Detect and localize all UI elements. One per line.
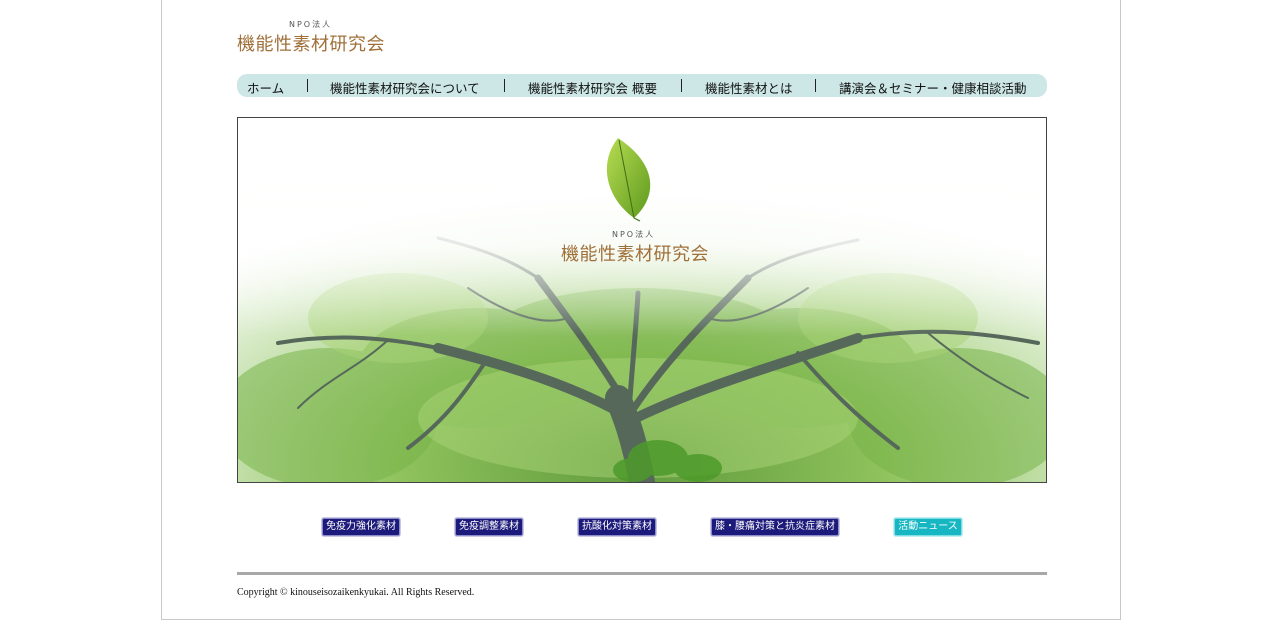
immunity-boost-button[interactable]: 免疫力強化素材 <box>322 518 400 536</box>
nav-item-what-is[interactable]: 機能性素材とは <box>705 78 793 97</box>
nav-item-overview[interactable]: 機能性素材研究会 概要 <box>528 78 657 97</box>
copyright-text: Copyright © kinouseisozaikenkyukai. All … <box>237 587 475 598</box>
knee-back-pain-button[interactable]: 膝・腰痛対策と抗炎症素材 <box>711 518 839 536</box>
hero-image: NPO法人 機能性素材研究会 <box>237 117 1047 483</box>
nav-item-seminars[interactable]: 講演会＆セミナー・健康相談活動 <box>839 78 1027 97</box>
nav-separator <box>307 79 308 92</box>
logo-npo-label: NPO法人 <box>289 20 333 29</box>
tree-illustration <box>238 118 1046 482</box>
activity-news-button[interactable]: 活動ニュース <box>894 518 962 536</box>
hero-npo-label: NPO法人 <box>612 230 656 239</box>
nav-separator <box>815 79 816 92</box>
nav-separator <box>504 79 505 92</box>
nav-item-about[interactable]: 機能性素材研究会について <box>330 78 480 97</box>
logo-name: 機能性素材研究会 <box>237 34 385 55</box>
immune-regulation-button[interactable]: 免疫調整素材 <box>455 518 523 536</box>
site-logo[interactable]: NPO法人 機能性素材研究会 <box>237 19 397 59</box>
nav-separator <box>681 79 682 92</box>
footer-divider <box>237 572 1047 575</box>
antioxidant-button[interactable]: 抗酸化対策素材 <box>578 518 656 536</box>
main-nav: ホーム 機能性素材研究会について 機能性素材研究会 概要 機能性素材とは 講演会… <box>237 74 1047 97</box>
hero-org-name: 機能性素材研究会 <box>561 244 709 265</box>
nav-item-home[interactable]: ホーム <box>247 78 284 97</box>
